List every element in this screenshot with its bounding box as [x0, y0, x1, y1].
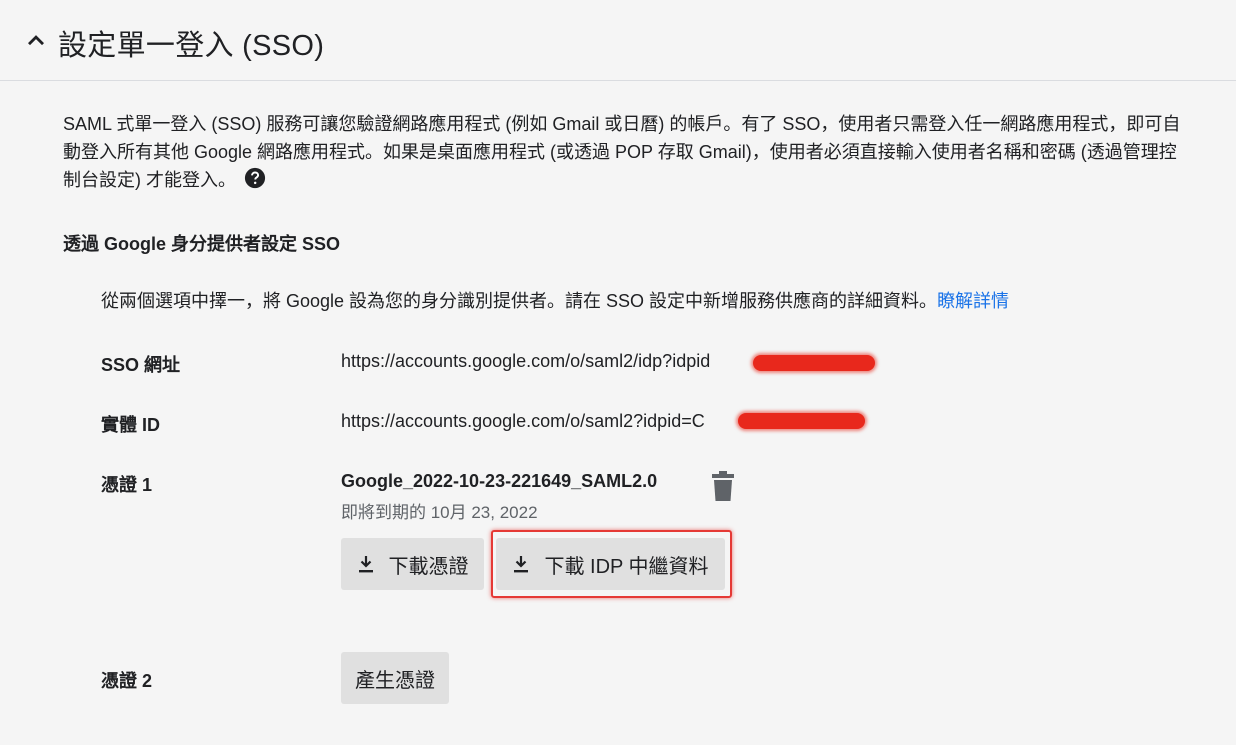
entity-id-label: 實體 ID [101, 415, 161, 435]
generate-cert-button[interactable]: 產生憑證 [341, 652, 449, 704]
download-cert-button[interactable]: 下載憑證 [341, 538, 484, 590]
section-header: 設定單一登入 (SSO) [0, 0, 1236, 81]
page-title: 設定單一登入 (SSO) [58, 30, 325, 62]
section-intro: 從兩個選項中擇一，將 Google 設為您的身分識別提供者。請在 SSO 設定中… [101, 287, 1009, 313]
entity-id-value: https://accounts.google.com/o/saml2?idpi… [341, 411, 705, 431]
cert2-label: 憑證 2 [101, 671, 153, 691]
learn-more-link[interactable]: 瞭解詳情 [937, 291, 1009, 311]
redaction-mark [753, 355, 875, 371]
description-text: SAML 式單一登入 (SSO) 服務可讓您驗證網路應用程式 (例如 Gmail… [63, 114, 1181, 190]
trash-icon[interactable] [710, 471, 736, 503]
sso-url-value: https://accounts.google.com/o/saml2/idp?… [341, 351, 711, 371]
cert1-label: 憑證 1 [101, 475, 153, 495]
cert1-expiry: 即將到期的 10月 23, 2022 [341, 503, 538, 522]
highlight-box [491, 530, 732, 598]
cert1-name: Google_2022-10-23-221649_SAML2.0 [341, 471, 658, 491]
help-circle-icon[interactable] [244, 167, 266, 189]
section-title: 透過 Google 身分提供者設定 SSO [63, 234, 341, 254]
chevron-up-icon[interactable] [22, 26, 50, 54]
sso-url-label: SSO 網址 [101, 355, 181, 375]
sso-description: SAML 式單一登入 (SSO) 服務可讓您驗證網路應用程式 (例如 Gmail… [63, 110, 1183, 194]
redaction-mark [738, 413, 865, 429]
generate-cert-label: 產生憑證 [355, 669, 435, 692]
download-cert-label: 下載憑證 [388, 555, 469, 578]
intro-text: 從兩個選項中擇一，將 Google 設為您的身分識別提供者。請在 SSO 設定中… [101, 291, 938, 311]
download-icon [358, 556, 373, 573]
